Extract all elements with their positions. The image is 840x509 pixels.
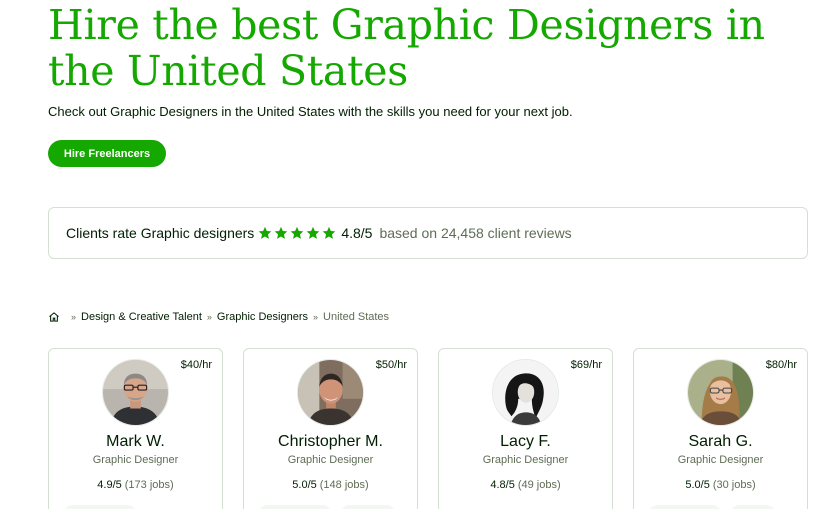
star-icon <box>307 226 320 239</box>
breadcrumb-united-states: United States <box>323 311 390 323</box>
breadcrumb-separator: » <box>206 312 212 322</box>
skill-tag[interactable] <box>730 505 776 509</box>
freelancer-card[interactable]: $50/hr Christopher M. Graphic Designer 5… <box>243 348 418 509</box>
skill-tag[interactable] <box>258 505 332 509</box>
jobs-count: (173 jobs) <box>124 479 174 491</box>
freelancer-name[interactable]: Lacy F. <box>439 433 612 451</box>
jobs-count: (148 jobs) <box>319 479 369 491</box>
rating-score: 5.0/5 <box>292 479 317 491</box>
breadcrumb-graphic-designers[interactable]: Graphic Designers <box>217 311 308 323</box>
rating-label: Clients rate Graphic designers <box>66 225 255 241</box>
breadcrumb: » Design & Creative Talent » Graphic Des… <box>48 311 389 323</box>
freelancer-rating: 4.9/5 (173 jobs) <box>49 479 222 491</box>
breadcrumb-design-creative[interactable]: Design & Creative Talent <box>81 311 202 323</box>
freelancer-name[interactable]: Sarah G. <box>634 433 807 451</box>
jobs-count: (30 jobs) <box>712 479 756 491</box>
freelancer-rating: 5.0/5 (148 jobs) <box>244 479 417 491</box>
skill-tag[interactable] <box>63 505 137 509</box>
hourly-rate: $69/hr <box>570 359 602 371</box>
skill-tag[interactable] <box>648 505 722 509</box>
freelancer-rating: 4.8/5 (49 jobs) <box>439 479 612 491</box>
freelancer-title: Graphic Designer <box>677 454 764 466</box>
avatar[interactable] <box>297 359 364 426</box>
hourly-rate: $80/hr <box>765 359 797 371</box>
rating-review-count: based on 24,458 client reviews <box>379 225 572 241</box>
star-icon <box>323 226 336 239</box>
client-rating-banner: Clients rate Graphic designers 4.8/5 bas… <box>48 207 808 259</box>
rating-score: 5.0/5 <box>685 479 710 491</box>
breadcrumb-separator: » <box>313 312 319 322</box>
page-subtitle: Check out Graphic Designers in the Unite… <box>48 104 573 119</box>
freelancer-rating: 5.0/5 (30 jobs) <box>634 479 807 491</box>
star-icon <box>259 226 272 239</box>
freelancer-name[interactable]: Christopher M. <box>244 433 417 451</box>
rating-score: 4.8/5 <box>490 479 515 491</box>
hire-freelancers-button[interactable]: Hire Freelancers <box>48 140 166 167</box>
freelancer-title: Graphic Designer <box>92 454 179 466</box>
freelancer-title: Graphic Designer <box>482 454 569 466</box>
star-icon <box>275 226 288 239</box>
hourly-rate: $40/hr <box>180 359 212 371</box>
skill-tag[interactable] <box>340 505 396 509</box>
rating-stars <box>258 226 336 240</box>
freelancer-card[interactable]: $40/hr Mark W. Graphic Designer 4.9/5 (17… <box>48 348 223 509</box>
freelancer-title: Graphic Designer <box>287 454 374 466</box>
avatar[interactable] <box>492 359 559 426</box>
page-title: Hire the best Graphic Designers in the U… <box>48 1 765 95</box>
freelancer-name[interactable]: Mark W. <box>49 433 222 451</box>
rating-score: 4.9/5 <box>97 479 122 491</box>
hourly-rate: $50/hr <box>375 359 407 371</box>
avatar[interactable] <box>687 359 754 426</box>
rating-score: 4.8/5 <box>341 225 373 241</box>
home-icon[interactable] <box>48 311 60 323</box>
freelancer-card[interactable]: $69/hr Lacy F. Graphic Designer 4.8/5 (49… <box>438 348 613 509</box>
avatar[interactable] <box>102 359 169 426</box>
star-icon <box>291 226 304 239</box>
freelancer-card[interactable]: $80/hr Sarah G. Graphic Designer 5.0/5 (3… <box>633 348 808 509</box>
jobs-count: (49 jobs) <box>517 479 561 491</box>
breadcrumb-separator: » <box>71 312 77 322</box>
